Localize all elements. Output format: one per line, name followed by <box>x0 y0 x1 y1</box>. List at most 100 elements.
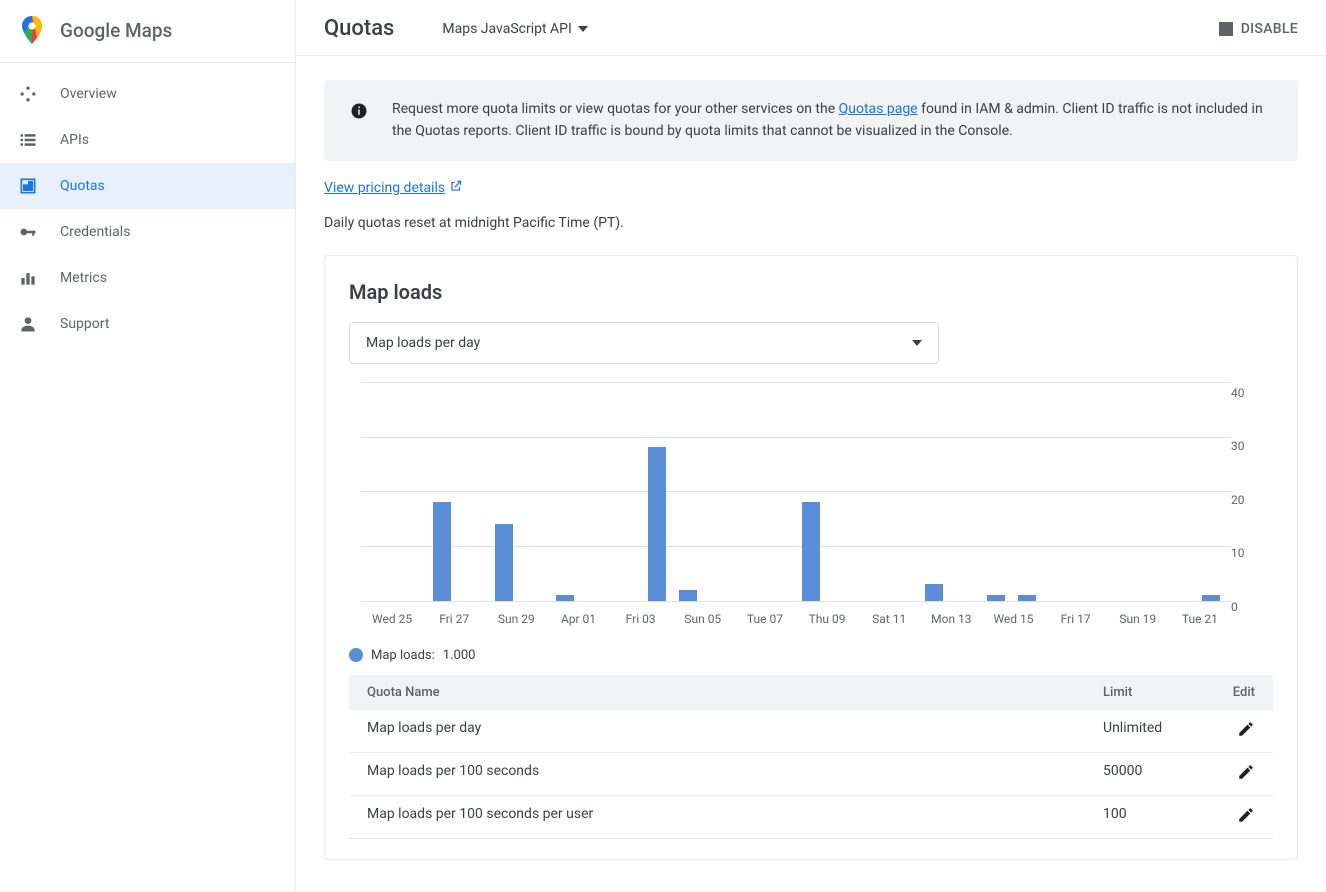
sidebar-header: Google Maps <box>0 0 295 63</box>
legend-dot-icon <box>349 648 363 662</box>
reset-note: Daily quotas reset at midnight Pacific T… <box>324 215 1298 231</box>
chart-bar[interactable] <box>1135 382 1166 601</box>
y-tick-label: 40 <box>1231 386 1245 400</box>
chart-bar[interactable] <box>950 382 981 601</box>
sidebar-item-credentials[interactable]: Credentials <box>0 209 295 255</box>
quota-limit: Unlimited <box>1103 720 1213 742</box>
chart-bar[interactable] <box>981 382 1012 601</box>
chart-bar[interactable] <box>1042 382 1073 601</box>
sidebar-item-label: Metrics <box>60 270 107 286</box>
bar-chart: Wed 25Fri 27Sun 29Apr 01Fri 03Sun 05Tue … <box>349 382 1273 626</box>
chart-bar[interactable] <box>858 382 889 601</box>
y-tick-label: 10 <box>1231 546 1245 560</box>
map-loads-card: Map loads Map loads per day Wed 25Fri 27… <box>324 255 1298 860</box>
chart-bar[interactable] <box>796 382 827 601</box>
disable-label: DISABLE <box>1241 21 1298 37</box>
chart-bar[interactable] <box>1011 382 1042 601</box>
key-icon <box>18 222 38 242</box>
legend-label: Map loads: <box>371 648 435 663</box>
legend-value: 1.000 <box>443 648 476 663</box>
info-icon <box>350 98 368 124</box>
sidebar: Google Maps Overview APIs Quotas Credent… <box>0 0 296 892</box>
chart-bar[interactable] <box>1165 382 1196 601</box>
chart-bar[interactable] <box>734 382 765 601</box>
x-tick-label: Sat 11 <box>858 612 920 626</box>
table-row: Map loads per 100 seconds per user100 <box>349 796 1273 839</box>
main-header: Quotas Maps JavaScript API DISABLE <box>296 0 1326 56</box>
chart-bar[interactable] <box>1073 382 1104 601</box>
info-banner: Request more quota limits or view quotas… <box>324 80 1298 161</box>
api-selector[interactable]: Maps JavaScript API <box>442 21 587 37</box>
chart-bar[interactable] <box>519 382 550 601</box>
external-link-icon <box>449 179 463 197</box>
chart-bar[interactable] <box>888 382 919 601</box>
chart-bar[interactable] <box>1196 382 1227 601</box>
sidebar-item-quotas[interactable]: Quotas <box>0 163 295 209</box>
table-row: Map loads per 100 seconds50000 <box>349 753 1273 796</box>
metric-select[interactable]: Map loads per day <box>349 322 939 364</box>
disable-button[interactable]: DISABLE <box>1219 21 1298 37</box>
x-tick-label: Mon 13 <box>920 612 982 626</box>
edit-button[interactable] <box>1213 720 1255 742</box>
sidebar-item-apis[interactable]: APIs <box>0 117 295 163</box>
sidebar-item-label: Credentials <box>60 224 130 240</box>
quota-name: Map loads per 100 seconds <box>367 763 1103 785</box>
sidebar-item-metrics[interactable]: Metrics <box>0 255 295 301</box>
card-title: Map loads <box>349 280 1273 304</box>
quotas-page-link[interactable]: Quotas page <box>839 101 918 117</box>
sidebar-item-support[interactable]: Support <box>0 301 295 347</box>
chart-bar[interactable] <box>1104 382 1135 601</box>
edit-button[interactable] <box>1213 806 1255 828</box>
sidebar-item-label: Support <box>60 316 109 332</box>
chart-bar[interactable] <box>457 382 488 601</box>
x-tick-label: Tue 21 <box>1169 612 1231 626</box>
chart-bar[interactable] <box>642 382 673 601</box>
x-tick-label: Sun 29 <box>485 612 547 626</box>
table-row: Map loads per dayUnlimited <box>349 710 1273 753</box>
x-tick-label: Thu 09 <box>796 612 858 626</box>
y-tick-label: 0 <box>1231 600 1238 614</box>
pricing-link[interactable]: View pricing details <box>324 179 1298 197</box>
bar-chart-icon <box>18 268 38 288</box>
chart-bar[interactable] <box>550 382 581 601</box>
person-icon <box>18 314 38 334</box>
quota-icon <box>18 176 38 196</box>
sidebar-item-label: APIs <box>60 132 89 148</box>
quota-limit: 50000 <box>1103 763 1213 785</box>
chart-bar[interactable] <box>365 382 396 601</box>
metric-select-label: Map loads per day <box>366 335 480 351</box>
chart-bar[interactable] <box>919 382 950 601</box>
chart-bar[interactable] <box>427 382 458 601</box>
chart-bar[interactable] <box>827 382 858 601</box>
list-icon <box>18 130 38 150</box>
y-tick-label: 30 <box>1231 439 1245 453</box>
overview-icon <box>18 84 38 104</box>
quota-name: Map loads per 100 seconds per user <box>367 806 1103 828</box>
chart-bar[interactable] <box>611 382 642 601</box>
x-tick-label: Sun 19 <box>1107 612 1169 626</box>
main-content: Quotas Maps JavaScript API DISABLE Reque… <box>296 0 1326 892</box>
chart-bar[interactable] <box>580 382 611 601</box>
edit-button[interactable] <box>1213 763 1255 785</box>
quota-limit: 100 <box>1103 806 1213 828</box>
header-name: Quota Name <box>367 685 1103 700</box>
chart-bar[interactable] <box>396 382 427 601</box>
chart-bar[interactable] <box>704 382 735 601</box>
maps-logo-icon <box>20 16 44 44</box>
x-tick-label: Tue 07 <box>734 612 796 626</box>
x-tick-label: Wed 15 <box>982 612 1044 626</box>
sidebar-item-label: Quotas <box>60 178 105 194</box>
chart-bar[interactable] <box>765 382 796 601</box>
chart-bar[interactable] <box>488 382 519 601</box>
chart-bar[interactable] <box>673 382 704 601</box>
quota-name: Map loads per day <box>367 720 1103 742</box>
stop-icon <box>1219 22 1233 36</box>
sidebar-item-overview[interactable]: Overview <box>0 71 295 117</box>
x-tick-label: Fri 03 <box>610 612 672 626</box>
product-name: Google Maps <box>60 19 172 42</box>
page-title: Quotas <box>324 16 394 41</box>
x-tick-label: Fri 17 <box>1045 612 1107 626</box>
y-tick-label: 20 <box>1231 493 1245 507</box>
api-selector-label: Maps JavaScript API <box>442 21 571 37</box>
header-edit: Edit <box>1213 685 1255 700</box>
